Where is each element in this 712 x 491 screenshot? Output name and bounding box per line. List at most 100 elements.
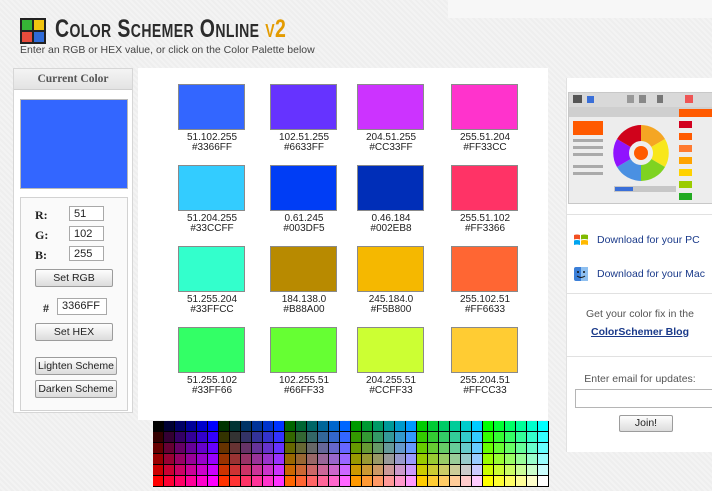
palette-cell[interactable]	[296, 421, 306, 431]
palette-cell[interactable]	[406, 465, 416, 475]
palette-cell[interactable]	[472, 432, 482, 442]
palette-cell[interactable]	[406, 421, 416, 431]
palette-cell[interactable]	[406, 476, 416, 486]
palette-cell[interactable]	[483, 443, 493, 453]
palette-cell[interactable]	[340, 476, 350, 486]
palette-cell[interactable]	[472, 454, 482, 464]
palette-cell[interactable]	[505, 421, 515, 431]
palette-cell[interactable]	[318, 476, 328, 486]
palette-cell[interactable]	[296, 454, 306, 464]
palette-cell[interactable]	[285, 443, 295, 453]
palette-cell[interactable]	[274, 421, 284, 431]
palette-cell[interactable]	[406, 443, 416, 453]
palette-cell[interactable]	[252, 454, 262, 464]
palette-cell[interactable]	[538, 443, 548, 453]
palette-cell[interactable]	[274, 432, 284, 442]
palette-cell[interactable]	[494, 443, 504, 453]
palette-cell[interactable]	[197, 432, 207, 442]
palette-cell[interactable]	[494, 465, 504, 475]
palette-cell[interactable]	[307, 465, 317, 475]
palette-cell[interactable]	[351, 421, 361, 431]
palette-cell[interactable]	[527, 432, 537, 442]
b-input[interactable]: 255	[69, 246, 104, 261]
palette-cell[interactable]	[230, 465, 240, 475]
palette-cell[interactable]	[538, 465, 548, 475]
palette-cell[interactable]	[263, 476, 273, 486]
palette-cell[interactable]	[428, 476, 438, 486]
scheme-swatch[interactable]: 51.255.102 #33FF66	[178, 327, 245, 396]
palette-cell[interactable]	[153, 476, 163, 486]
palette-cell[interactable]	[219, 465, 229, 475]
palette-cell[interactable]	[472, 443, 482, 453]
palette-cell[interactable]	[538, 476, 548, 486]
palette-cell[interactable]	[373, 465, 383, 475]
palette-cell[interactable]	[439, 432, 449, 442]
palette-cell[interactable]	[538, 421, 548, 431]
palette-cell[interactable]	[252, 465, 262, 475]
palette-cell[interactable]	[384, 421, 394, 431]
palette-cell[interactable]	[186, 465, 196, 475]
palette-cell[interactable]	[208, 421, 218, 431]
palette-cell[interactable]	[175, 443, 185, 453]
palette-cell[interactable]	[417, 454, 427, 464]
swatch-color[interactable]	[357, 327, 424, 373]
palette-cell[interactable]	[285, 465, 295, 475]
palette-cell[interactable]	[450, 454, 460, 464]
swatch-color[interactable]	[270, 327, 337, 373]
palette-cell[interactable]	[197, 476, 207, 486]
palette-cell[interactable]	[439, 465, 449, 475]
palette-cell[interactable]	[472, 421, 482, 431]
palette-cell[interactable]	[538, 454, 548, 464]
palette-cell[interactable]	[307, 476, 317, 486]
palette-cell[interactable]	[241, 476, 251, 486]
palette-cell[interactable]	[450, 432, 460, 442]
palette-cell[interactable]	[373, 432, 383, 442]
swatch-color[interactable]	[270, 246, 337, 292]
palette-cell[interactable]	[329, 421, 339, 431]
palette-cell[interactable]	[373, 421, 383, 431]
palette-cell[interactable]	[164, 454, 174, 464]
palette-cell[interactable]	[263, 443, 273, 453]
palette-cell[interactable]	[153, 454, 163, 464]
palette-cell[interactable]	[362, 476, 372, 486]
palette-cell[interactable]	[439, 454, 449, 464]
palette-cell[interactable]	[230, 421, 240, 431]
palette-cell[interactable]	[494, 476, 504, 486]
palette-cell[interactable]	[329, 465, 339, 475]
palette-cell[interactable]	[406, 432, 416, 442]
palette-cell[interactable]	[417, 476, 427, 486]
palette-cell[interactable]	[461, 421, 471, 431]
swatch-color[interactable]	[357, 84, 424, 130]
scheme-swatch[interactable]: 255.204.51 #FFCC33	[451, 327, 518, 396]
palette-cell[interactable]	[395, 465, 405, 475]
scheme-swatch[interactable]: 255.51.102 #FF3366	[451, 165, 518, 234]
palette-cell[interactable]	[263, 454, 273, 464]
swatch-color[interactable]	[451, 165, 518, 211]
palette-cell[interactable]	[340, 421, 350, 431]
swatch-color[interactable]	[178, 327, 245, 373]
palette-cell[interactable]	[285, 421, 295, 431]
palette-cell[interactable]	[516, 443, 526, 453]
palette-cell[interactable]	[164, 476, 174, 486]
palette-cell[interactable]	[406, 454, 416, 464]
palette-cell[interactable]	[516, 465, 526, 475]
swatch-color[interactable]	[178, 246, 245, 292]
palette-cell[interactable]	[395, 421, 405, 431]
scheme-swatch[interactable]: 184.138.0 #B88A00	[270, 246, 337, 315]
palette-cell[interactable]	[197, 454, 207, 464]
palette-cell[interactable]	[285, 432, 295, 442]
palette-cell[interactable]	[164, 443, 174, 453]
palette-cell[interactable]	[340, 465, 350, 475]
set-hex-button[interactable]: Set HEX	[35, 323, 113, 341]
scheme-swatch[interactable]: 51.102.255 #3366FF	[178, 84, 245, 153]
palette-cell[interactable]	[329, 432, 339, 442]
palette-cell[interactable]	[483, 421, 493, 431]
palette-cell[interactable]	[208, 465, 218, 475]
palette-cell[interactable]	[186, 421, 196, 431]
palette-cell[interactable]	[351, 476, 361, 486]
palette-cell[interactable]	[505, 465, 515, 475]
palette-cell[interactable]	[362, 443, 372, 453]
palette-cell[interactable]	[351, 465, 361, 475]
palette-cell[interactable]	[285, 476, 295, 486]
palette-cell[interactable]	[208, 476, 218, 486]
